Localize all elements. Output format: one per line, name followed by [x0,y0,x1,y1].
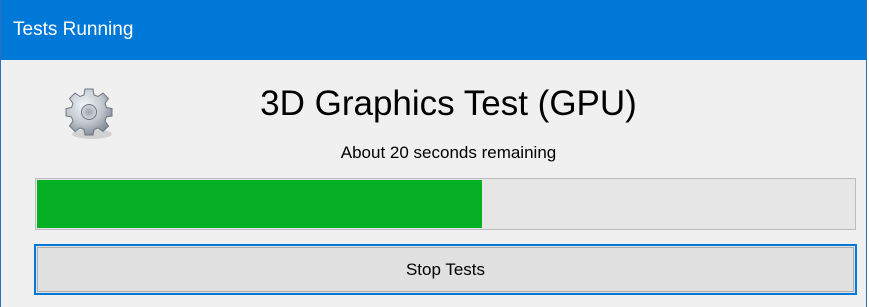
window-title: Tests Running [13,19,134,40]
dialog-content: 3D Graphics Test (GPU) About 20 seconds … [1,60,866,307]
stop-tests-label: Stop Tests [37,247,854,292]
stop-tests-button[interactable]: Stop Tests [34,244,857,295]
progress-fill [37,180,482,228]
title-bar[interactable]: Tests Running [1,0,866,60]
progress-bar [35,178,856,230]
time-remaining-text: About 20 seconds remaining [340,143,557,162]
tests-running-window: Tests Running 3D Graphics Test (GPU) Abo… [0,0,867,307]
test-name-heading: 3D Graphics Test (GPU) [260,84,637,123]
